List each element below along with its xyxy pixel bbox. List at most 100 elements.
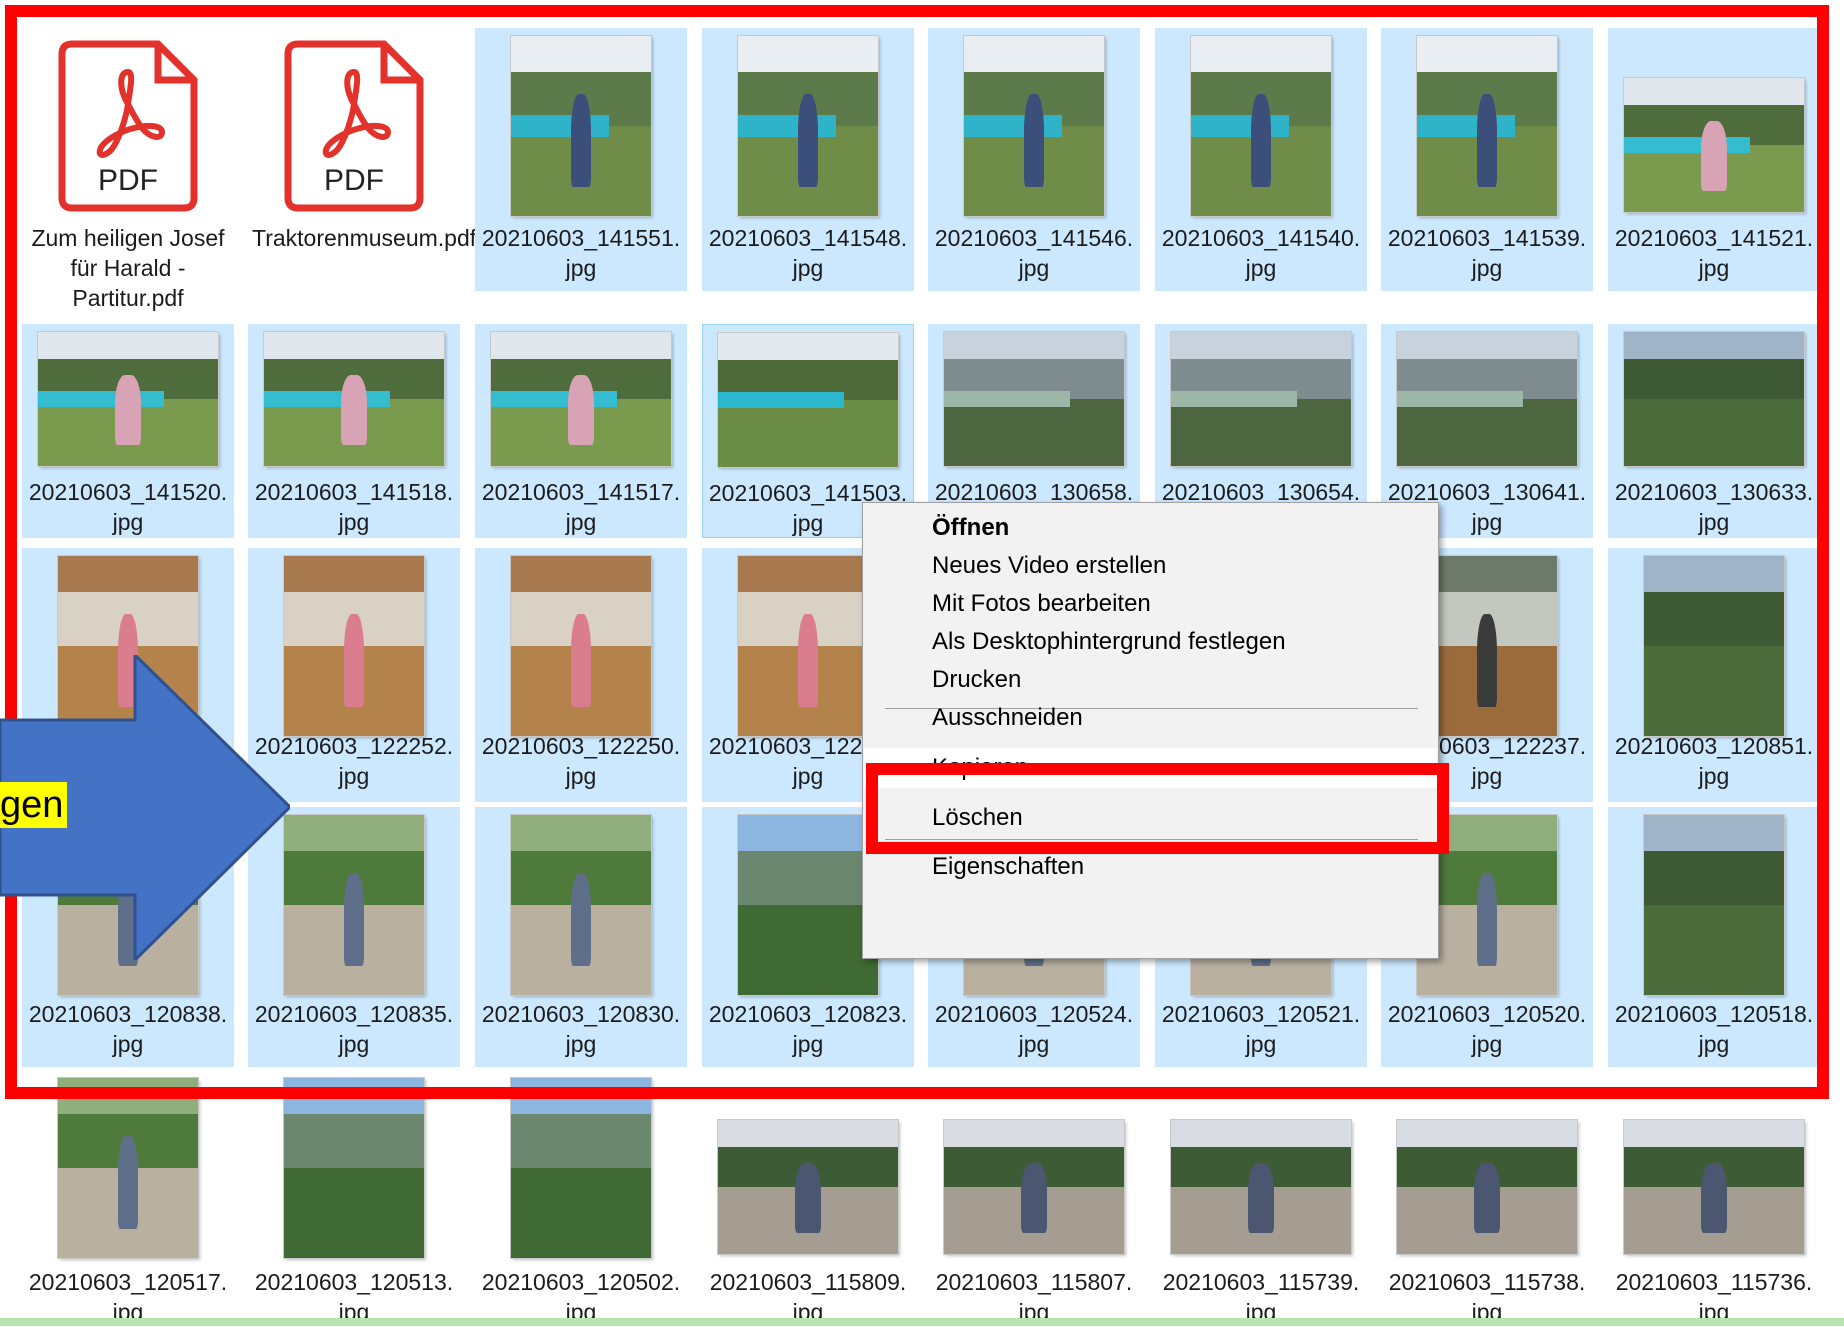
file-name-label: 20210603_141546. jpg [934, 225, 1134, 281]
thumb-person [1701, 120, 1727, 191]
file-tile-image[interactable]: 20210603_141548. jpg [702, 28, 914, 291]
menu-item-desktophintergrund[interactable]: Als Desktophintergrund festlegen [864, 622, 1437, 662]
menu-item-drucken[interactable]: Drucken [864, 660, 1437, 700]
file-name-label: 20210603_130633. jpg [1614, 479, 1814, 535]
file-name-label: 20210603_120823. jpg [708, 1001, 908, 1057]
photo-thumbnail [38, 332, 218, 466]
photo-thumbnail [1644, 556, 1784, 736]
file-tile-image[interactable]: 20210603_141518. jpg [248, 324, 460, 538]
thumb-lake [264, 390, 390, 408]
file-tile-image[interactable]: 20210603_122250. jpg [475, 548, 687, 802]
thumb-mtn [1624, 358, 1804, 399]
photo-thumbnail [964, 36, 1104, 216]
thumb-person [1021, 1162, 1047, 1233]
file-name-label: 20210603_141539. jpg [1387, 225, 1587, 281]
file-tile-image[interactable]: 20210603_115809. jpg [702, 1070, 914, 1326]
menu-item-kopieren[interactable]: Kopieren [864, 748, 1437, 788]
file-name-label: 20210603_141520. jpg [28, 479, 228, 535]
svg-text:PDF: PDF [98, 164, 158, 197]
photo-thumbnail [738, 36, 878, 216]
file-tile-image[interactable]: 20210603_120513. jpg [248, 1070, 460, 1326]
photo-thumbnail [1624, 78, 1804, 212]
menu-item-neues-video[interactable]: Neues Video erstellen [864, 546, 1437, 586]
file-tile-image[interactable]: 20210603_141540. jpg [1155, 28, 1367, 291]
menu-item-loeschen[interactable]: Löschen [864, 798, 1437, 838]
thumb-mtn [1644, 851, 1784, 905]
thumb-person [798, 613, 818, 708]
file-tile-image[interactable]: 20210603_141517. jpg [475, 324, 687, 538]
thumb-person [571, 613, 591, 708]
file-name-label: 20210603_141518. jpg [254, 479, 454, 535]
file-tile-image[interactable]: 20210603_120518. jpg [1608, 807, 1820, 1067]
file-tile-image[interactable]: 20210603_141551. jpg [475, 28, 687, 291]
photo-thumbnail [511, 36, 651, 216]
file-name-label: 20210603_120835. jpg [254, 1001, 454, 1057]
file-tile-image[interactable]: 20210603_120502. jpg [475, 1070, 687, 1326]
thumb-person [1251, 93, 1271, 188]
file-name-label: 20210603_141521. jpg [1614, 225, 1814, 281]
photo-thumbnail [58, 1078, 198, 1258]
thumb-person [344, 613, 364, 708]
file-tile-image[interactable]: 20210603_141546. jpg [928, 28, 1140, 291]
bottom-strip [0, 1318, 1844, 1326]
file-tile-image[interactable]: 20210603_120830. jpg [475, 807, 687, 1067]
photo-thumbnail [1191, 36, 1331, 216]
file-tile-image[interactable]: 20210603_130633. jpg [1608, 324, 1820, 538]
thumb-lake [718, 391, 844, 409]
thumb-mtn [284, 1114, 424, 1168]
thumb-person [118, 1135, 138, 1230]
file-tile-pdf[interactable]: PDF Zum heiligen Josef für Harald - Parti… [22, 28, 234, 311]
file-name-label: 20210603_120521. jpg [1161, 1001, 1361, 1057]
photo-thumbnail [1397, 332, 1577, 466]
photo-thumbnail [1624, 1120, 1804, 1254]
file-name-label: 20210603_141551. jpg [481, 225, 681, 281]
thumb-person [115, 374, 141, 445]
menu-separator [885, 839, 1418, 840]
photo-thumbnail [944, 332, 1124, 466]
thumb-mtn [511, 1114, 651, 1168]
pdf-file-icon: PDF [58, 40, 198, 212]
file-tile-image[interactable]: 20210603_120517. jpg [22, 1070, 234, 1326]
photo-thumbnail [511, 815, 651, 995]
menu-item-mit-fotos[interactable]: Mit Fotos bearbeiten [864, 584, 1437, 624]
menu-item-oeffnen[interactable]: Öffnen [864, 508, 1437, 548]
thumb-mtn [738, 851, 878, 905]
arrow-label: gen [0, 782, 68, 828]
file-tile-image[interactable]: 20210603_141521. jpg [1608, 28, 1820, 291]
file-name-label: 20210603_120838. jpg [28, 1001, 228, 1057]
file-name-label: 20210603_141517. jpg [481, 479, 681, 535]
file-tile-image[interactable]: 20210603_141539. jpg [1381, 28, 1593, 291]
photo-thumbnail [511, 556, 651, 736]
thumb-ground [1624, 405, 1804, 466]
menu-item-eigenschaften[interactable]: Eigenschaften [864, 847, 1437, 887]
context-menu: Öffnen Neues Video erstellen Mit Fotos bea… [862, 502, 1439, 959]
file-tile-pdf[interactable]: PDF Traktorenmuseum.pdf [248, 28, 476, 291]
file-name-label: 20210603_141548. jpg [708, 225, 908, 281]
file-tile-image[interactable]: 20210603_141520. jpg [22, 324, 234, 538]
photo-thumbnail [718, 1120, 898, 1254]
thumb-person [798, 93, 818, 188]
thumb-lake [1171, 390, 1297, 408]
file-tile-image[interactable]: 20210603_115807. jpg [928, 1070, 1140, 1326]
file-name-label: 20210603_120524. jpg [934, 1001, 1134, 1057]
photo-thumbnail [1171, 332, 1351, 466]
file-tile-image[interactable]: 20210603_115738. jpg [1381, 1070, 1593, 1326]
thumb-lake [491, 390, 617, 408]
file-tile-image[interactable]: 20210603_115736. jpg [1608, 1070, 1820, 1326]
thumb-ground [738, 914, 878, 995]
menu-item-hidden-item[interactable]: Ausschneiden [864, 698, 1437, 738]
thumb-lake [964, 115, 1062, 137]
photo-thumbnail [1644, 815, 1784, 995]
thumb-ground [718, 406, 898, 467]
thumb-person [344, 872, 364, 967]
file-name-label: 20210603_122250. jpg [481, 733, 681, 789]
photo-thumbnail [511, 1078, 651, 1258]
thumb-person [571, 872, 591, 967]
thumb-ground [1644, 914, 1784, 995]
file-tile-image[interactable]: 20210603_115739. jpg [1155, 1070, 1367, 1326]
photo-thumbnail [738, 556, 878, 736]
photo-thumbnail [491, 332, 671, 466]
file-tile-image[interactable]: 20210603_120851. jpg [1608, 548, 1820, 802]
thumb-person [1248, 1162, 1274, 1233]
thumb-person [568, 374, 594, 445]
